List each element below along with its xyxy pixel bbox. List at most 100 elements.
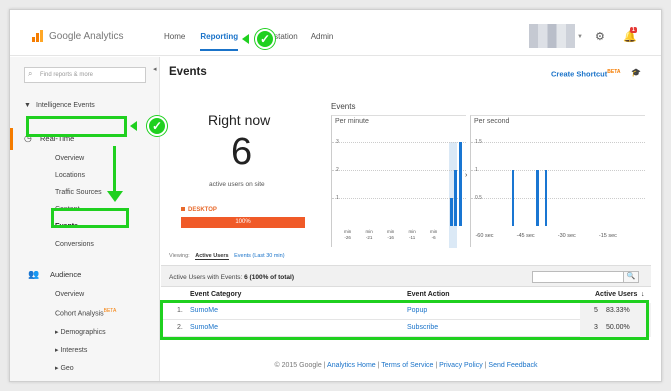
x-tick-label: -15 sec bbox=[598, 233, 617, 239]
demographics-label: Demographics bbox=[60, 329, 106, 336]
x-tick-label: -60 sec bbox=[475, 233, 494, 239]
row-action[interactable]: Popup bbox=[407, 307, 427, 314]
column-event-category[interactable]: Event Category bbox=[190, 291, 241, 298]
per-second-chart: Per second 0.5 1 1.5 -60 sec -45 sec -30 sec -… bbox=[470, 115, 645, 247]
y-tick-label: 1.5 bbox=[475, 139, 482, 145]
sidebar-item-events[interactable]: Events bbox=[55, 223, 78, 230]
device-legend: DESKTOP bbox=[181, 207, 217, 213]
gridline bbox=[332, 142, 466, 143]
footer-link-feedback[interactable]: Send Feedback bbox=[488, 362, 537, 369]
per-minute-chart: Per minute 1 2 3 min -26 min -21 min -16 min -11 mi… bbox=[331, 115, 466, 248]
graduation-cap-icon[interactable]: 🎓 bbox=[631, 68, 641, 77]
x-tick-value: -6 bbox=[431, 235, 436, 240]
sidebar-item-audience-overview[interactable]: Overview bbox=[55, 291, 84, 298]
gridline bbox=[332, 198, 466, 199]
gridline bbox=[471, 142, 645, 143]
tab-active-users[interactable]: Active Users bbox=[195, 253, 229, 260]
create-shortcut-link[interactable]: Create ShortcutBETA bbox=[551, 69, 621, 79]
gridline bbox=[471, 198, 645, 199]
notification-badge: 1 bbox=[630, 27, 637, 33]
sidebar-item-traffic-sources[interactable]: Traffic Sources bbox=[55, 189, 102, 196]
sidebar-item-intelligence[interactable]: Intelligence Events bbox=[36, 102, 95, 109]
x-tick-value: -26 bbox=[344, 235, 351, 240]
x-tick-label: min -16 bbox=[387, 229, 394, 241]
table-summary-bar: Active Users with Events: 6 (100% of tot… bbox=[161, 265, 651, 287]
x-tick-label: min -11 bbox=[409, 229, 416, 241]
footer-link-terms[interactable]: Terms of Service bbox=[381, 362, 433, 369]
logo[interactable]: Google Analytics bbox=[32, 30, 124, 42]
x-tick-label: min -26 bbox=[344, 229, 351, 241]
summary-value: 6 (100% of total) bbox=[244, 274, 294, 281]
audience-people-icon: 👥 bbox=[28, 269, 40, 279]
row-category[interactable]: SumoMe bbox=[190, 324, 218, 331]
row-number: 1. bbox=[177, 307, 183, 314]
checkmark-icon: ✓ bbox=[255, 29, 275, 49]
row-action[interactable]: Subscribe bbox=[407, 324, 438, 331]
sidebar-item-content[interactable]: Content bbox=[55, 206, 80, 213]
main-content: Events Create ShortcutBETA 🎓 Right now 6… bbox=[161, 57, 661, 381]
cohort-label: Cohort Analysis bbox=[55, 310, 104, 318]
footer: © 2015 Google | Analytics Home | Terms o… bbox=[274, 362, 538, 369]
sidebar-item-interests[interactable]: ▸ Interests bbox=[55, 346, 87, 354]
table-search-icon[interactable]: 🔍 bbox=[623, 271, 639, 283]
checkmark-icon: ✓ bbox=[147, 116, 167, 136]
nav-home[interactable]: Home bbox=[164, 32, 185, 51]
x-tick-label: min -21 bbox=[366, 229, 373, 241]
account-selector[interactable] bbox=[529, 24, 575, 48]
x-tick-label: -30 sec bbox=[557, 233, 576, 239]
beta-badge: BETA bbox=[103, 308, 117, 314]
per-second-label: Per second bbox=[474, 118, 510, 125]
viewing-tabs: Viewing: Active Users Events (Last 30 mi… bbox=[169, 253, 285, 260]
sort-down-arrow-icon[interactable]: ↓ bbox=[641, 291, 645, 298]
gridline bbox=[471, 170, 645, 171]
minute-bar bbox=[454, 170, 458, 226]
footer-copyright: © 2015 Google bbox=[274, 362, 322, 369]
search-input[interactable]: Find reports & more bbox=[24, 67, 146, 83]
summary-prefix: Active Users with Events: bbox=[169, 274, 243, 281]
footer-link-analytics-home[interactable]: Analytics Home bbox=[327, 362, 376, 369]
second-bar bbox=[536, 170, 539, 226]
settings-gear-icon[interactable]: ⚙ bbox=[595, 30, 605, 43]
table-row[interactable]: 2. SumoMe Subscribe 3 50.00% bbox=[161, 320, 651, 337]
pointer-arrow-icon bbox=[242, 34, 249, 44]
row-users: 3 bbox=[594, 324, 598, 331]
sidebar-item-locations[interactable]: Locations bbox=[55, 172, 85, 179]
collapse-arrow-icon[interactable]: ◂ bbox=[153, 65, 157, 73]
table-row[interactable]: 1. SumoMe Popup 5 83.33% bbox=[161, 303, 651, 320]
sidebar-item-overview[interactable]: Overview bbox=[55, 155, 84, 162]
sidebar-item-cohort-analysis[interactable]: Cohort AnalysisBETA bbox=[55, 308, 116, 317]
chevron-down-icon[interactable]: ▼ bbox=[577, 34, 583, 40]
column-active-users[interactable]: Active Users bbox=[595, 291, 637, 298]
summary-text: Active Users with Events: 6 (100% of tot… bbox=[169, 274, 294, 281]
nav-admin[interactable]: Admin bbox=[311, 32, 334, 51]
table-header: Event Category Event Action Active Users… bbox=[161, 289, 651, 301]
realtime-clock-icon: ◷ bbox=[24, 133, 32, 143]
top-bar: Google Analytics Home Reporting station … bbox=[10, 10, 661, 56]
geo-label: Geo bbox=[60, 365, 74, 372]
column-event-action[interactable]: Event Action bbox=[407, 291, 450, 298]
row-category[interactable]: SumoMe bbox=[190, 307, 218, 314]
gridline bbox=[332, 170, 466, 171]
logo-text: Google Analytics bbox=[49, 30, 124, 42]
device-share-bar: 100% bbox=[181, 217, 305, 228]
row-number: 2. bbox=[177, 324, 183, 331]
footer-link-privacy[interactable]: Privacy Policy bbox=[439, 362, 483, 369]
x-tick-value: -16 bbox=[387, 235, 394, 240]
sidebar-item-demographics[interactable]: ▸ Demographics bbox=[55, 328, 106, 336]
x-tick-label: min -6 bbox=[430, 229, 437, 241]
nav-customization[interactable]: station bbox=[274, 32, 298, 51]
x-tick-value: -21 bbox=[365, 235, 373, 240]
sidebar-item-realtime[interactable]: Real-Time bbox=[40, 134, 74, 143]
notification-bell-icon[interactable]: 🔔 1 bbox=[623, 27, 637, 43]
sidebar-item-conversions[interactable]: Conversions bbox=[55, 241, 94, 248]
active-section-indicator bbox=[10, 128, 13, 150]
chart-next-arrow-icon[interactable]: › bbox=[465, 172, 467, 179]
sidebar-item-geo[interactable]: ▸ Geo bbox=[55, 364, 74, 372]
nav-reporting[interactable]: Reporting bbox=[200, 32, 239, 51]
tab-events-last-30[interactable]: Events (Last 30 min) bbox=[234, 253, 284, 259]
page-title: Events bbox=[169, 66, 207, 78]
analytics-window: Google Analytics Home Reporting station … bbox=[9, 9, 662, 382]
table-search-input[interactable] bbox=[532, 271, 625, 283]
viewing-label: Viewing: bbox=[169, 253, 190, 259]
sidebar-item-audience[interactable]: Audience bbox=[50, 270, 81, 279]
